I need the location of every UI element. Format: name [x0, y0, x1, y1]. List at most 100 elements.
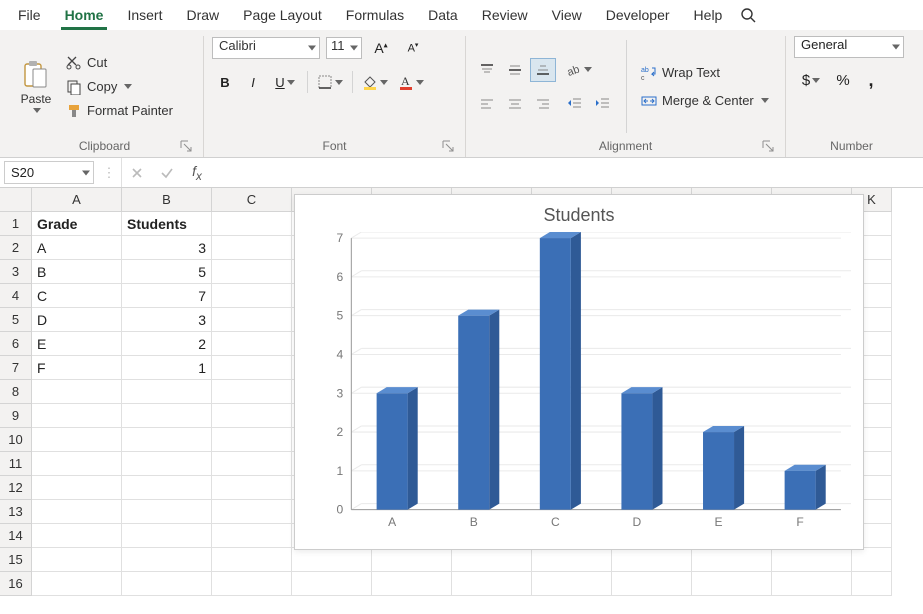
number-format-combo[interactable]: General [794, 36, 904, 58]
align-top-button[interactable] [474, 58, 500, 82]
row-header[interactable]: 16 [0, 572, 32, 596]
cell[interactable] [692, 572, 772, 596]
select-all-corner[interactable] [0, 188, 32, 212]
comma-format-button[interactable]: , [858, 68, 884, 92]
font-size-combo[interactable]: 11 [326, 37, 362, 59]
cell[interactable] [122, 452, 212, 476]
cell[interactable] [212, 212, 292, 236]
row-header[interactable]: 14 [0, 524, 32, 548]
dialog-launcher-icon[interactable] [761, 139, 775, 153]
cell[interactable]: 3 [122, 308, 212, 332]
cell[interactable] [852, 548, 892, 572]
row-header[interactable]: 8 [0, 380, 32, 404]
cancel-formula-button[interactable] [122, 158, 152, 187]
dialog-launcher-icon[interactable] [179, 139, 193, 153]
cell[interactable] [32, 380, 122, 404]
row-header[interactable]: 15 [0, 548, 32, 572]
row-header[interactable]: 12 [0, 476, 32, 500]
cell[interactable] [612, 572, 692, 596]
font-name-combo[interactable]: Calibri [212, 37, 320, 59]
align-left-button[interactable] [474, 92, 500, 116]
cell[interactable] [122, 524, 212, 548]
enter-formula-button[interactable] [152, 158, 182, 187]
bold-button[interactable]: B [212, 70, 238, 94]
cell[interactable] [452, 548, 532, 572]
cell[interactable] [32, 476, 122, 500]
menu-developer[interactable]: Developer [594, 3, 682, 27]
name-box[interactable]: S20 [4, 161, 94, 184]
copy-button[interactable]: Copy [62, 77, 177, 97]
cell[interactable]: C [32, 284, 122, 308]
dialog-launcher-icon[interactable] [441, 139, 455, 153]
cell[interactable] [32, 548, 122, 572]
cell[interactable]: 3 [122, 236, 212, 260]
percent-format-button[interactable]: % [830, 68, 856, 92]
cell[interactable] [32, 404, 122, 428]
cell[interactable] [212, 452, 292, 476]
menu-data[interactable]: Data [416, 3, 470, 27]
menu-file[interactable]: File [6, 3, 53, 27]
underline-button[interactable]: U [268, 70, 302, 94]
cell[interactable] [212, 260, 292, 284]
menu-insert[interactable]: Insert [115, 3, 174, 27]
cell[interactable] [32, 452, 122, 476]
cell[interactable] [532, 548, 612, 572]
menu-view[interactable]: View [540, 3, 594, 27]
cell[interactable] [692, 548, 772, 572]
menu-help[interactable]: Help [682, 3, 735, 27]
cell[interactable] [212, 236, 292, 260]
cell[interactable]: Students [122, 212, 212, 236]
align-bottom-button[interactable] [530, 58, 556, 82]
align-center-button[interactable] [502, 92, 528, 116]
formula-bar-resize-icon[interactable]: ⋮ [98, 158, 122, 187]
borders-button[interactable] [313, 70, 347, 94]
cell[interactable]: A [32, 236, 122, 260]
cell[interactable] [212, 356, 292, 380]
decrease-font-size-button[interactable]: A▾ [400, 36, 426, 60]
menu-review[interactable]: Review [470, 3, 540, 27]
wrap-text-button[interactable]: abc Wrap Text [637, 63, 773, 83]
cell[interactable] [212, 428, 292, 452]
align-middle-button[interactable] [502, 58, 528, 82]
cell[interactable] [772, 572, 852, 596]
cell[interactable] [122, 380, 212, 404]
cell[interactable] [612, 548, 692, 572]
cell[interactable] [32, 524, 122, 548]
cell[interactable] [32, 572, 122, 596]
cell[interactable] [122, 548, 212, 572]
cell[interactable] [122, 500, 212, 524]
cell[interactable]: E [32, 332, 122, 356]
italic-button[interactable]: I [240, 70, 266, 94]
cell[interactable]: 2 [122, 332, 212, 356]
row-header[interactable]: 11 [0, 452, 32, 476]
column-header[interactable]: B [122, 188, 212, 212]
row-header[interactable]: 7 [0, 356, 32, 380]
cell[interactable]: Grade [32, 212, 122, 236]
row-header[interactable]: 13 [0, 500, 32, 524]
cell[interactable] [212, 404, 292, 428]
cell[interactable] [212, 284, 292, 308]
cell[interactable]: 1 [122, 356, 212, 380]
menu-formulas[interactable]: Formulas [334, 3, 416, 27]
cell[interactable] [32, 500, 122, 524]
row-header[interactable]: 2 [0, 236, 32, 260]
paste-button[interactable]: Paste [14, 36, 58, 137]
cell[interactable] [212, 332, 292, 356]
cut-button[interactable]: Cut [62, 53, 177, 73]
cell[interactable]: D [32, 308, 122, 332]
cell[interactable] [212, 524, 292, 548]
menu-home[interactable]: Home [53, 3, 116, 27]
cell[interactable]: 5 [122, 260, 212, 284]
cell[interactable]: F [32, 356, 122, 380]
cell[interactable] [212, 500, 292, 524]
cell[interactable] [292, 572, 372, 596]
row-header[interactable]: 4 [0, 284, 32, 308]
row-header[interactable]: 5 [0, 308, 32, 332]
insert-function-button[interactable]: fx [182, 158, 212, 187]
row-header[interactable]: 3 [0, 260, 32, 284]
cell[interactable] [772, 548, 852, 572]
column-header[interactable]: A [32, 188, 122, 212]
cell[interactable] [32, 428, 122, 452]
search-icon[interactable] [740, 7, 756, 23]
column-header[interactable]: C [212, 188, 292, 212]
